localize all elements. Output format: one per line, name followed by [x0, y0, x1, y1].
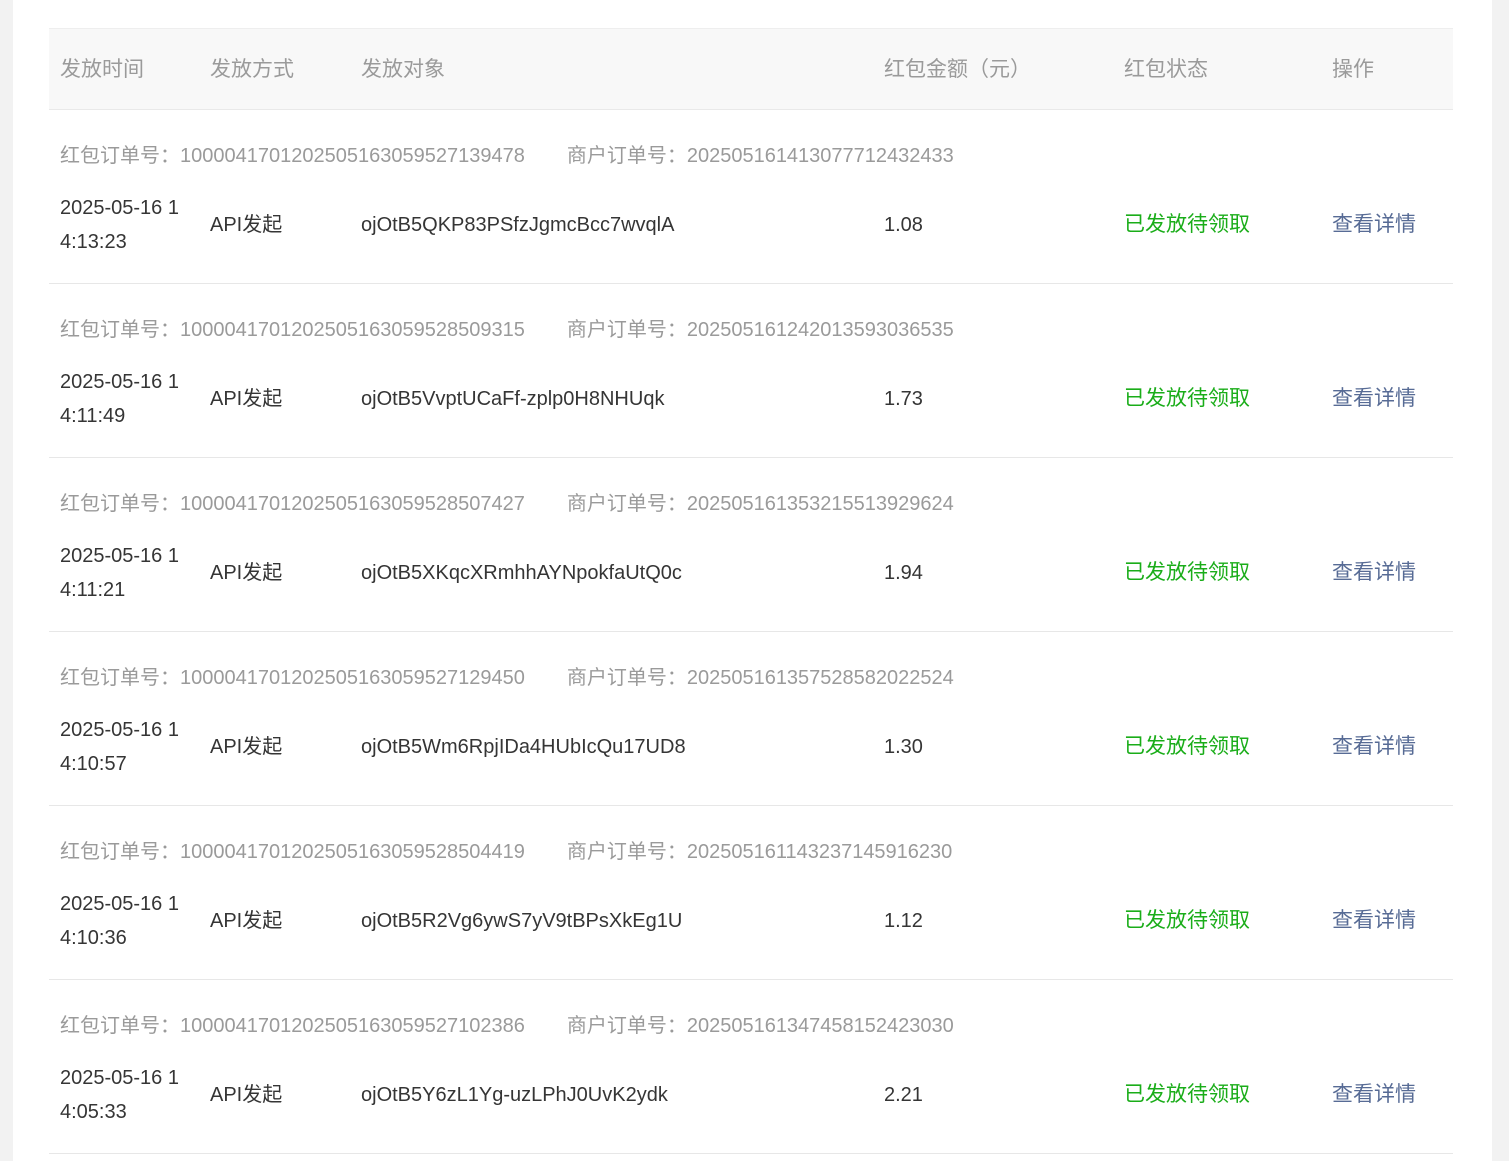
- send-time: 2025-05-16 14:13:23: [60, 197, 179, 253]
- column-header-operation: 操作: [1332, 58, 1374, 81]
- send-target-openid: ojOtB5Wm6RpjIDa4HUbIcQu17UD8: [361, 736, 686, 758]
- redpack-status: 已发放待领取: [1124, 561, 1250, 584]
- record-group: 红包订单号：1000041701202505163059527129450 商户订…: [49, 632, 1453, 806]
- column-header-time: 发放时间: [60, 58, 144, 81]
- merchant-order-number: 202505161357528582022524: [686, 667, 954, 689]
- redpack-order-label: 红包订单号：: [60, 319, 180, 341]
- merchant-order-label: 商户订单号：: [566, 145, 687, 167]
- record-group: 红包订单号：1000041701202505163059528509315 商户订…: [49, 284, 1453, 458]
- redpack-order-label: 红包订单号：: [60, 667, 180, 689]
- redpack-amount: 1.73: [884, 388, 923, 410]
- order-numbers-line: 红包订单号：1000041701202505163059528504419 商户订…: [60, 835, 952, 864]
- send-method: API发起: [210, 388, 283, 410]
- send-target-openid: ojOtB5Y6zL1Yg-uzLPhJ0UvK2ydk: [361, 1084, 668, 1106]
- view-details-link[interactable]: 查看详情: [1332, 212, 1416, 238]
- record-group: 红包订单号：1000041701202505163059527102386 商户订…: [49, 980, 1453, 1154]
- redpack-status: 已发放待领取: [1124, 735, 1250, 758]
- order-numbers-line: 红包订单号：1000041701202505163059527139478 商户订…: [60, 139, 954, 168]
- column-header-amount: 红包金额（元）: [884, 58, 1031, 81]
- table-header: 发放时间 发放方式 发放对象 红包金额（元） 红包状态 操作: [49, 28, 1453, 110]
- redpack-order-number: 1000041701202505163059527129450: [180, 667, 525, 689]
- merchant-order-number: 202505161353215513929624: [686, 493, 954, 515]
- redpack-status: 已发放待领取: [1124, 1083, 1250, 1106]
- redpack-order-label: 红包订单号：: [60, 145, 180, 167]
- merchant-order-number: 202505161347458152423030: [686, 1015, 954, 1037]
- redpack-order-label: 红包订单号：: [60, 1015, 180, 1037]
- redpack-order-label: 红包订单号：: [60, 841, 180, 863]
- send-target-openid: ojOtB5VvptUCaFf-zplp0H8NHUqk: [361, 388, 665, 410]
- send-method: API发起: [210, 910, 283, 932]
- redpack-amount: 1.94: [884, 562, 923, 584]
- send-method: API发起: [210, 736, 283, 758]
- record-group: 红包订单号：1000041701202505163059528504419 商户订…: [49, 806, 1453, 980]
- send-target-openid: ojOtB5XKqcXRmhhAYNpokfaUtQ0c: [361, 562, 682, 584]
- view-details-link[interactable]: 查看详情: [1332, 560, 1416, 586]
- merchant-order-label: 商户订单号：: [566, 493, 687, 515]
- merchant-order-label: 商户订单号：: [566, 841, 687, 863]
- view-details-link[interactable]: 查看详情: [1332, 386, 1416, 412]
- redpack-amount: 1.12: [884, 910, 923, 932]
- record-group: 红包订单号：1000041701202505163059527139478 商户订…: [49, 110, 1453, 284]
- column-header-target: 发放对象: [361, 58, 445, 81]
- merchant-order-label: 商户订单号：: [566, 319, 687, 341]
- merchant-order-number: 202505161143237145916230: [686, 841, 953, 863]
- redpack-status: 已发放待领取: [1124, 909, 1250, 932]
- redpack-status: 已发放待领取: [1124, 213, 1250, 236]
- redpack-order-number: 1000041701202505163059528509315: [180, 319, 525, 341]
- order-numbers-line: 红包订单号：1000041701202505163059527129450 商户订…: [60, 661, 954, 690]
- send-time: 2025-05-16 14:10:36: [60, 893, 179, 949]
- send-time: 2025-05-16 14:05:33: [60, 1067, 179, 1123]
- table-body: 红包订单号：1000041701202505163059527139478 商户订…: [49, 110, 1453, 1154]
- redpack-amount: 1.08: [884, 214, 923, 236]
- redpack-status: 已发放待领取: [1124, 387, 1250, 410]
- record-group: 红包订单号：1000041701202505163059528507427 商户订…: [49, 458, 1453, 632]
- column-header-status: 红包状态: [1124, 58, 1208, 81]
- order-numbers-line: 红包订单号：1000041701202505163059527102386 商户订…: [60, 1009, 954, 1038]
- view-details-link[interactable]: 查看详情: [1332, 908, 1416, 934]
- send-time: 2025-05-16 14:11:21: [60, 545, 179, 601]
- send-target-openid: ojOtB5QKP83PSfzJgmcBcc7wvqlA: [361, 214, 675, 236]
- redpack-order-number: 1000041701202505163059527102386: [180, 1015, 525, 1037]
- view-details-link[interactable]: 查看详情: [1332, 734, 1416, 760]
- merchant-order-number: 202505161242013593036535: [686, 319, 954, 341]
- merchant-order-label: 商户订单号：: [566, 1015, 687, 1037]
- redpack-amount: 2.21: [884, 1084, 923, 1106]
- send-time: 2025-05-16 14:10:57: [60, 719, 179, 775]
- redpack-order-number: 1000041701202505163059528507427: [180, 493, 525, 515]
- send-method: API发起: [210, 1084, 283, 1106]
- send-method: API发起: [210, 562, 283, 584]
- redpack-order-number: 1000041701202505163059528504419: [180, 841, 525, 863]
- merchant-order-number: 202505161413077712432433: [686, 145, 954, 167]
- redpack-order-label: 红包订单号：: [60, 493, 180, 515]
- content-panel: 发放时间 发放方式 发放对象 红包金额（元） 红包状态 操作 红包订单号：100…: [13, 0, 1492, 1161]
- redpack-order-number: 1000041701202505163059527139478: [180, 145, 525, 167]
- send-method: API发起: [210, 214, 283, 236]
- merchant-order-label: 商户订单号：: [566, 667, 687, 689]
- send-target-openid: ojOtB5R2Vg6ywS7yV9tBPsXkEg1U: [361, 910, 683, 932]
- view-details-link[interactable]: 查看详情: [1332, 1082, 1416, 1108]
- order-numbers-line: 红包订单号：1000041701202505163059528509315 商户订…: [60, 313, 954, 342]
- column-header-method: 发放方式: [210, 58, 294, 81]
- order-numbers-line: 红包订单号：1000041701202505163059528507427 商户订…: [60, 487, 954, 516]
- send-time: 2025-05-16 14:11:49: [60, 371, 179, 427]
- redpack-records-table: 发放时间 发放方式 发放对象 红包金额（元） 红包状态 操作 红包订单号：100…: [49, 28, 1453, 1154]
- redpack-amount: 1.30: [884, 736, 923, 758]
